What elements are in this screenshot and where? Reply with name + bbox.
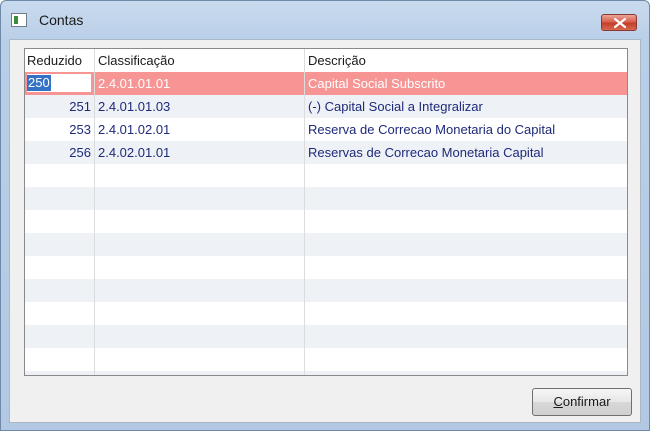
cell-reduzido[interactable]: 251 (25, 95, 94, 118)
cell-descricao[interactable] (305, 302, 627, 325)
cell-reduzido[interactable]: 253 (25, 118, 94, 141)
cell-reduzido[interactable] (25, 302, 94, 325)
cell-reduzido[interactable]: 256 (25, 141, 94, 164)
column-divider[interactable] (94, 49, 95, 375)
cell-descricao[interactable]: Reserva de Correcao Monetaria do Capital (305, 118, 627, 141)
cell-classificacao[interactable] (95, 302, 304, 325)
selected-text: 250 (27, 75, 51, 91)
close-icon (614, 18, 626, 28)
cell-reduzido[interactable] (25, 233, 94, 256)
table-row[interactable] (25, 279, 627, 302)
table-row[interactable] (25, 210, 627, 233)
cell-classificacao[interactable] (95, 256, 304, 279)
column-divider[interactable] (304, 49, 305, 375)
cell-classificacao[interactable]: 2.4.01.02.01 (95, 118, 304, 141)
cell-descricao[interactable] (305, 325, 627, 348)
cell-classificacao[interactable]: 2.4.02.01.01 (95, 141, 304, 164)
cell-classificacao[interactable] (95, 187, 304, 210)
cell-classificacao[interactable] (95, 325, 304, 348)
dialog-window: Contas Reduzido Classificação Descrição … (0, 0, 650, 431)
cell-reduzido[interactable] (25, 325, 94, 348)
cell-descricao[interactable]: Reservas de Correcao Monetaria Capital (305, 141, 627, 164)
column-header-classificacao[interactable]: Classificação (95, 49, 304, 72)
table-row[interactable] (25, 325, 627, 348)
column-header-reduzido[interactable]: Reduzido (25, 49, 94, 72)
cell-reduzido[interactable] (25, 210, 94, 233)
cell-descricao[interactable] (305, 164, 627, 187)
cell-reduzido[interactable]: 250 (25, 72, 94, 95)
cell-descricao[interactable]: (-) Capital Social a Integralizar (305, 95, 627, 118)
table-row[interactable] (25, 187, 627, 210)
cell-descricao[interactable] (305, 348, 627, 371)
close-button[interactable] (601, 14, 637, 31)
cell-descricao[interactable] (305, 210, 627, 233)
table-row[interactable]: 256 2.4.02.01.01 Reservas de Correcao Mone… (25, 141, 627, 164)
cell-classificacao[interactable] (95, 348, 304, 371)
cell-reduzido[interactable] (25, 256, 94, 279)
confirm-button[interactable]: Confirmar (532, 388, 632, 416)
cell-reduzido[interactable] (25, 371, 94, 375)
cell-classificacao[interactable] (95, 233, 304, 256)
cell-classificacao[interactable] (95, 164, 304, 187)
cell-reduzido[interactable] (25, 164, 94, 187)
table-row[interactable] (25, 302, 627, 325)
column-header-descricao[interactable]: Descrição (305, 49, 627, 72)
title-bar[interactable]: Contas (1, 1, 649, 39)
grid-header: Reduzido Classificação Descrição (25, 49, 627, 72)
window-title: Contas (39, 12, 84, 28)
cell-classificacao[interactable] (95, 279, 304, 302)
table-row[interactable]: 251 2.4.01.01.03 (-) Capital Social a Inte… (25, 95, 627, 118)
table-row[interactable]: 253 2.4.01.02.01 Reserva de Correcao Monet… (25, 118, 627, 141)
cell-descricao[interactable] (305, 279, 627, 302)
table-row[interactable] (25, 164, 627, 187)
dialog-client-area: Reduzido Classificação Descrição 250 2.4.… (9, 39, 641, 423)
table-row[interactable] (25, 348, 627, 371)
cell-descricao[interactable] (305, 256, 627, 279)
cell-reduzido[interactable] (25, 348, 94, 371)
table-row[interactable] (25, 233, 627, 256)
cell-descricao[interactable] (305, 233, 627, 256)
cell-edit-input[interactable]: 250 (27, 74, 91, 92)
cell-descricao[interactable] (305, 371, 627, 375)
accounts-grid[interactable]: Reduzido Classificação Descrição 250 2.4.… (24, 48, 628, 376)
cell-classificacao[interactable]: 2.4.01.01.01 (95, 72, 304, 95)
cell-classificacao[interactable] (95, 210, 304, 233)
cell-descricao[interactable]: Capital Social Subscrito (305, 72, 627, 95)
cell-classificacao[interactable]: 2.4.01.01.03 (95, 95, 304, 118)
cell-reduzido[interactable] (25, 279, 94, 302)
app-window-icon (11, 13, 27, 27)
table-row[interactable] (25, 371, 627, 375)
cell-reduzido[interactable] (25, 187, 94, 210)
table-row[interactable] (25, 256, 627, 279)
table-row[interactable]: 250 2.4.01.01.01 Capital Social Subscrito (25, 72, 627, 95)
cell-classificacao[interactable] (95, 371, 304, 375)
cell-descricao[interactable] (305, 187, 627, 210)
